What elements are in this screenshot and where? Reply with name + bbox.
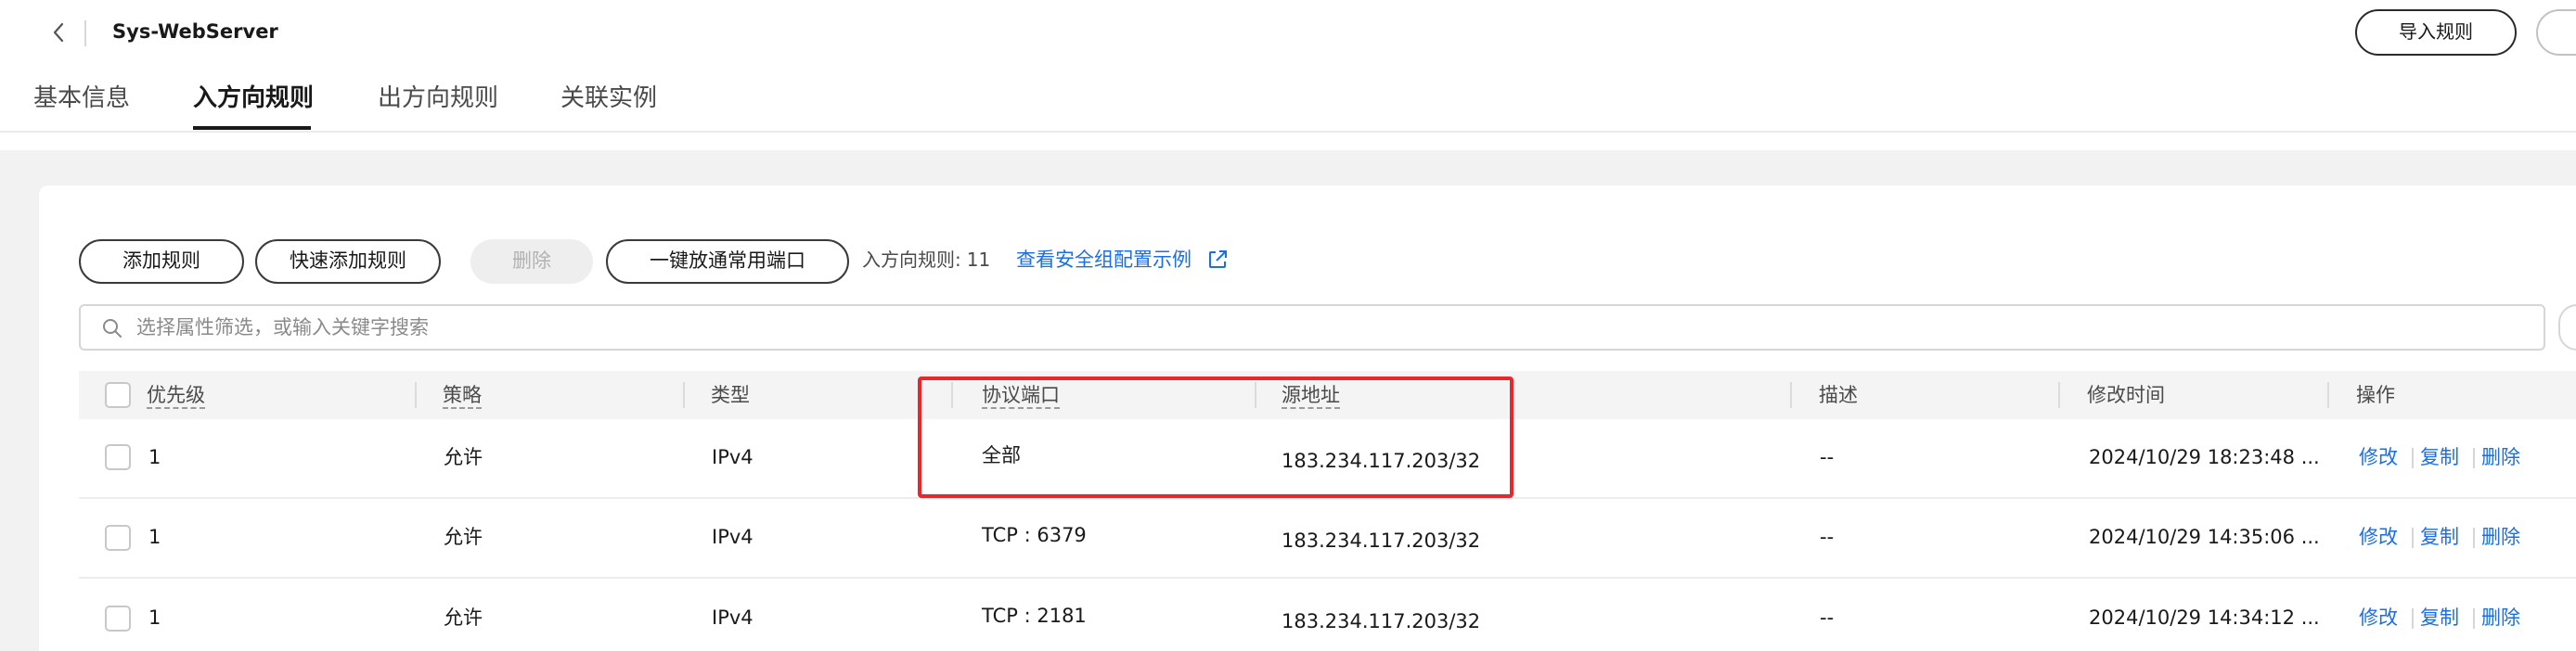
cell-source: 183.234.117.203/32: [1282, 610, 1481, 632]
delete-link[interactable]: 删除: [2481, 443, 2520, 471]
page-title: Sys-WebServer: [112, 20, 278, 43]
search-bar[interactable]: [79, 304, 2545, 351]
copy-link[interactable]: 复制: [2420, 604, 2459, 632]
cell-protocol-port: TCP : 2181: [982, 605, 1087, 627]
action-divider: [2473, 448, 2475, 468]
cell-description: --: [1820, 606, 1835, 629]
column-header-priority[interactable]: 优先级: [147, 371, 205, 419]
active-tab-indicator: [193, 126, 311, 130]
copy-link[interactable]: 复制: [2420, 443, 2459, 471]
action-divider: [2473, 608, 2475, 629]
rule-count: 入方向规则: 11: [862, 247, 990, 273]
more-button[interactable]: [2536, 9, 2576, 56]
column-header-source[interactable]: 源地址: [1282, 371, 1340, 419]
table-row[interactable]: 1 允许 IPv4 TCP : 2181 183.234.117.203/32 …: [79, 579, 2576, 651]
select-all-checkbox[interactable]: [105, 382, 131, 408]
search-icon: [101, 317, 123, 339]
external-link-icon[interactable]: [1206, 249, 1229, 271]
table-header: 优先级 策略 类型 协议端口 源地址 描述 修改时间 操作: [79, 371, 2576, 419]
edit-link[interactable]: 修改: [2359, 443, 2398, 471]
cell-modified-time: 2024/10/29 14:35:06 ...: [2089, 526, 2320, 548]
cell-policy: 允许: [444, 606, 483, 629]
table-row[interactable]: 1 允许 IPv4 TCP : 6379 183.234.117.203/32 …: [79, 499, 2576, 579]
cell-policy: 允许: [444, 446, 483, 468]
delete-button[interactable]: 删除: [470, 239, 593, 284]
column-header-protocol-port[interactable]: 协议端口: [982, 371, 1060, 419]
cell-modified-time: 2024/10/29 18:23:48 ...: [2089, 446, 2320, 468]
edit-link[interactable]: 修改: [2359, 523, 2398, 551]
column-divider[interactable]: [415, 382, 417, 408]
cell-priority: 1: [148, 446, 161, 468]
cell-source: 183.234.117.203/32: [1282, 530, 1481, 552]
security-group-example-link[interactable]: 查看安全组配置示例: [1016, 245, 1191, 274]
edit-link[interactable]: 修改: [2359, 604, 2398, 632]
open-common-ports-button[interactable]: 一键放通常用端口: [606, 239, 849, 284]
column-header-policy[interactable]: 策略: [443, 371, 482, 419]
action-divider: [2412, 528, 2414, 548]
quick-add-rule-button[interactable]: 快速添加规则: [255, 239, 441, 284]
cell-source: 183.234.117.203/32: [1282, 450, 1481, 472]
column-divider[interactable]: [1790, 382, 1792, 408]
import-rules-button[interactable]: 导入规则: [2355, 9, 2517, 56]
cell-policy: 允许: [444, 526, 483, 548]
action-divider: [2473, 528, 2475, 548]
tab-basic-info[interactable]: 基本信息: [33, 80, 130, 134]
column-divider[interactable]: [683, 382, 685, 408]
column-divider[interactable]: [2327, 382, 2329, 408]
cell-protocol-port: TCP : 6379: [982, 524, 1087, 546]
column-header-type: 类型: [711, 384, 750, 406]
search-input[interactable]: [136, 312, 2531, 343]
security-group-page: Sys-WebServer 导入规则 基本信息 入方向规则 出方向规则 关联实例…: [0, 0, 2576, 651]
cell-type: IPv4: [712, 526, 753, 548]
column-header-description: 描述: [1819, 384, 1858, 406]
delete-link[interactable]: 删除: [2481, 523, 2520, 551]
cell-protocol-port: 全部: [982, 444, 1021, 466]
page-header: Sys-WebServer 导入规则 基本信息 入方向规则 出方向规则 关联实例: [0, 0, 2576, 150]
back-icon[interactable]: [45, 15, 72, 50]
row-checkbox[interactable]: [105, 444, 131, 470]
cell-priority: 1: [148, 526, 161, 548]
column-divider[interactable]: [2058, 382, 2060, 408]
rule-count-label: 入方向规则:: [862, 249, 961, 271]
action-divider: [2412, 608, 2414, 629]
cell-description: --: [1820, 446, 1835, 468]
rule-count-value: 11: [966, 249, 991, 271]
cell-type: IPv4: [712, 446, 753, 468]
row-checkbox[interactable]: [105, 606, 131, 632]
tab-outbound-rules[interactable]: 出方向规则: [378, 80, 498, 134]
add-rule-button[interactable]: 添加规则: [79, 239, 244, 284]
delete-link[interactable]: 删除: [2481, 604, 2520, 632]
header-divider: [84, 20, 86, 46]
tabs-divider: [0, 131, 2576, 133]
copy-link[interactable]: 复制: [2420, 523, 2459, 551]
column-header-modified-time: 修改时间: [2087, 384, 2165, 406]
column-divider[interactable]: [1255, 382, 1256, 408]
cell-priority: 1: [148, 606, 161, 629]
cell-type: IPv4: [712, 606, 753, 629]
column-header-actions: 操作: [2356, 384, 2395, 406]
column-divider[interactable]: [951, 382, 953, 408]
cell-description: --: [1820, 526, 1835, 548]
tab-associated-instances[interactable]: 关联实例: [560, 80, 657, 134]
row-checkbox[interactable]: [105, 525, 131, 551]
cell-modified-time: 2024/10/29 14:34:12 ...: [2089, 606, 2320, 629]
action-divider: [2412, 448, 2414, 468]
table-row[interactable]: 1 允许 IPv4 全部 183.234.117.203/32 -- 2024/…: [79, 419, 2576, 499]
